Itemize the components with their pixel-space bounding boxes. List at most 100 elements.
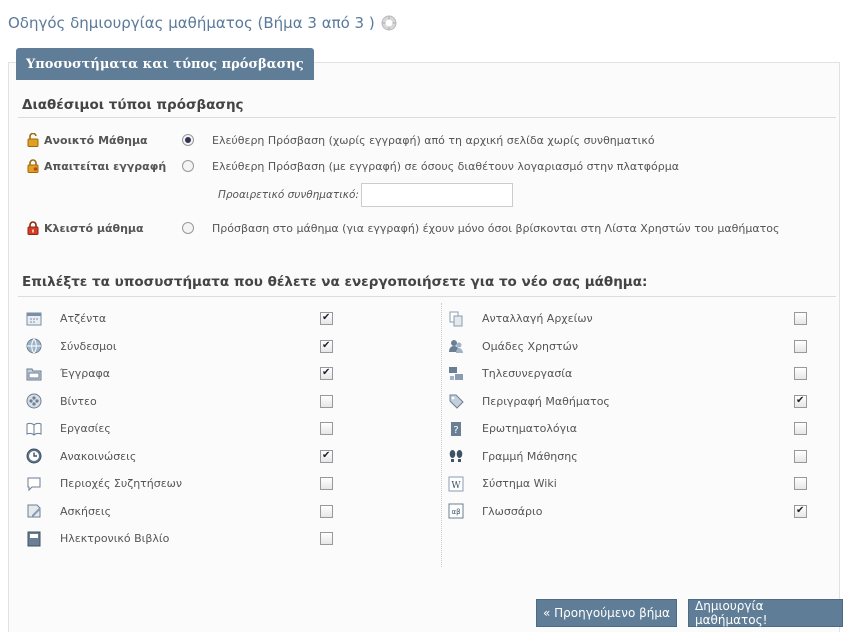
page-title-text: Οδηγός δημιουργίας μαθήματος (Βήμα 3 από…	[8, 14, 375, 32]
module-checkbox[interactable]	[794, 422, 807, 436]
module-row: Σύνδεσμοι	[26, 333, 333, 361]
wiki-icon: W	[448, 476, 464, 492]
glossary-icon: αβ	[448, 503, 464, 519]
module-label: Σύστημα Wiki	[482, 477, 557, 491]
module-row: Ηλεκτρονικό Βιβλίο	[26, 525, 333, 553]
module-row: Περιγραφή Μαθήματος	[448, 388, 807, 416]
module-label: Ανακοινώσεις	[60, 449, 137, 463]
links-icon	[26, 338, 42, 354]
user-groups-icon	[448, 338, 464, 354]
access-label: Απαιτείται εγγραφή	[44, 159, 167, 173]
module-row: Τηλεσυνεργασία	[448, 360, 807, 388]
previous-step-button[interactable]: « Προηγούμενο βήμα	[536, 599, 677, 627]
questionnaire-icon: ?	[448, 421, 464, 437]
create-course-button[interactable]: Δημιουργία μαθήματος!	[688, 599, 843, 627]
module-checkbox[interactable]	[320, 449, 333, 463]
module-checkbox[interactable]	[320, 477, 333, 491]
module-label: Ασκήσεις	[60, 504, 112, 518]
documents-icon	[26, 366, 42, 382]
module-row: Περιοχές Συζητήσεων	[26, 470, 333, 498]
access-description: Ελεύθερη Πρόσβαση (με εγγραφή) σε όσους …	[212, 159, 679, 173]
svg-text:?: ?	[453, 425, 458, 436]
module-label: Τηλεσυνεργασία	[482, 367, 573, 381]
access-label: Ανοικτό Μάθημα	[44, 133, 148, 147]
module-row: αβ Γλωσσάριο	[448, 498, 807, 526]
forum-icon	[26, 476, 42, 492]
course-description-icon	[448, 393, 464, 409]
agenda-icon	[26, 311, 42, 327]
module-row: Ανταλλαγή Αρχείων	[448, 305, 807, 333]
module-checkbox[interactable]	[794, 367, 807, 381]
module-label: Ερωτηματολόγια	[482, 422, 578, 436]
access-option-closed: Κλειστό μάθημα Πρόσβαση στο μάθημα (για …	[26, 221, 779, 235]
module-label: Ομάδες Χρηστών	[482, 339, 578, 353]
module-checkbox[interactable]	[794, 339, 807, 353]
module-label: Ανταλλαγή Αρχείων	[482, 312, 593, 326]
access-description: Ελεύθερη Πρόσβαση (χωρίς εγγραφή) από τη…	[212, 133, 655, 147]
module-checkbox[interactable]	[320, 367, 333, 381]
lock-open-icon	[26, 132, 40, 147]
password-label: Προαιρετικό συνθηματικό:	[218, 189, 359, 201]
module-checkbox[interactable]	[320, 394, 333, 408]
module-label: Γλωσσάριο	[482, 504, 543, 518]
lock-closed-icon	[26, 221, 40, 235]
module-label: Εργασίες	[60, 422, 111, 436]
modules-right-column: Ανταλλαγή Αρχείων Ομάδες Χρηστών Τηλεσυν…	[448, 305, 807, 525]
module-label: Βίντεο	[60, 394, 97, 408]
module-checkbox[interactable]	[794, 312, 807, 326]
access-label: Κλειστό μάθημα	[44, 221, 144, 235]
access-option-registration: Απαιτείται εγγραφή Ελεύθερη Πρόσβαση (με…	[26, 159, 679, 173]
module-row: Έγγραφα	[26, 360, 333, 388]
module-checkbox[interactable]	[320, 504, 333, 518]
divider	[18, 117, 836, 118]
module-checkbox[interactable]	[794, 394, 807, 408]
modules-section-title: Επιλέξτε τα υποσυστήματα που θέλετε να ε…	[22, 274, 648, 290]
modules-left-column: Ατζέντα Σύνδεσμοι Έγγραφα Βίντεο Εργασίε…	[26, 305, 333, 553]
module-label: Σύνδεσμοι	[60, 339, 117, 353]
module-row: Ανακοινώσεις	[26, 443, 333, 471]
module-label: Ηλεκτρονικό Βιβλίο	[60, 532, 170, 546]
module-row: ? Ερωτηματολόγια	[448, 415, 807, 443]
module-checkbox[interactable]	[794, 504, 807, 518]
module-row: W Σύστημα Wiki	[448, 470, 807, 498]
access-description: Πρόσβαση στο μάθημα (για εγγραφή) έχουν …	[212, 221, 780, 235]
exercises-icon	[26, 503, 42, 519]
file-exchange-icon	[448, 311, 464, 327]
divider	[18, 296, 836, 297]
access-radio-registration[interactable]	[182, 160, 194, 172]
video-icon	[26, 393, 42, 409]
module-checkbox[interactable]	[320, 532, 333, 546]
access-radio-closed[interactable]	[182, 222, 194, 234]
svg-text:W: W	[451, 481, 461, 491]
module-checkbox[interactable]	[320, 422, 333, 436]
announcements-icon	[26, 448, 42, 464]
assignments-icon	[26, 421, 42, 437]
access-radio-open[interactable]	[182, 134, 194, 146]
module-row: Ομάδες Χρηστών	[448, 333, 807, 361]
panel-legend: Υποσυστήματα και τύπος πρόσβασης	[16, 48, 314, 80]
ebook-icon	[26, 531, 42, 547]
lock-key-icon	[26, 159, 40, 173]
module-checkbox[interactable]	[794, 449, 807, 463]
password-input[interactable]	[360, 183, 513, 207]
module-label: Περιγραφή Μαθήματος	[482, 394, 610, 408]
module-checkbox[interactable]	[320, 312, 333, 326]
module-checkbox[interactable]	[794, 477, 807, 491]
column-divider	[441, 303, 442, 567]
page-title: Οδηγός δημιουργίας μαθήματος (Βήμα 3 από…	[8, 14, 397, 32]
module-label: Έγγραφα	[60, 367, 110, 381]
help-icon[interactable]	[381, 15, 397, 31]
module-label: Ατζέντα	[60, 312, 107, 326]
module-checkbox[interactable]	[320, 339, 333, 353]
module-row: Ασκήσεις	[26, 498, 333, 526]
module-label: Γραμμή Μάθησης	[482, 449, 578, 463]
teleconference-icon	[448, 366, 464, 382]
password-row: Προαιρετικό συνθηματικό:	[218, 183, 513, 207]
module-row: Γραμμή Μάθησης	[448, 443, 807, 471]
learning-path-icon	[448, 448, 464, 464]
module-row: Ατζέντα	[26, 305, 333, 333]
access-section-title: Διαθέσιμοι τύποι πρόσβασης	[22, 97, 244, 113]
svg-text:αβ: αβ	[451, 508, 460, 516]
module-row: Βίντεο	[26, 388, 333, 416]
module-label: Περιοχές Συζητήσεων	[60, 477, 183, 491]
